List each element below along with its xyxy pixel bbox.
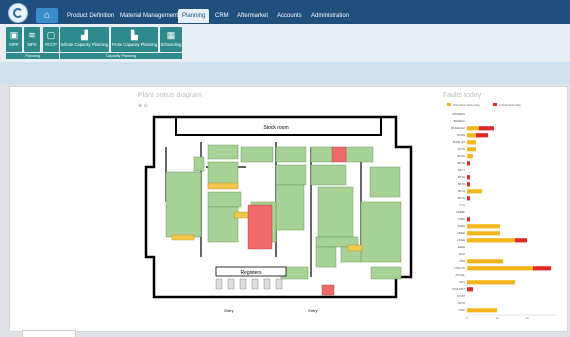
fault-row-label: DDEE	[458, 224, 466, 228]
entry-label-right: Entry	[308, 308, 317, 313]
fault-row-label: ABCDEFG	[452, 112, 465, 116]
menu-crm[interactable]: CRM	[215, 9, 229, 23]
intermittent-fault-bar[interactable]	[467, 308, 497, 313]
fault-row-label: DDEE	[458, 238, 466, 242]
mps-icon: ≋	[28, 30, 36, 40]
fault-row-label: BCDE HIJ	[453, 140, 466, 144]
critical-fault-bar[interactable]	[467, 161, 470, 166]
fault-row-label: BKYE	[458, 161, 465, 165]
x-tick-label: 10	[495, 316, 499, 320]
fault-row-label: YTGF	[458, 308, 466, 312]
fault-row-label: EGH	[459, 252, 465, 256]
scheduling-button[interactable]: ▦ Scheduling	[160, 27, 182, 52]
fault-row-label: CYC	[459, 203, 465, 207]
bar-chart-icon: ▟	[81, 30, 88, 40]
critical-fault-bar[interactable]	[533, 266, 551, 271]
rccp-button[interactable]: ▢ RCCP	[43, 27, 59, 52]
finite-capacity-planning-button[interactable]: ▙ Finite Capacity Planning	[111, 27, 158, 52]
home-icon: ⌂	[43, 10, 51, 21]
fault-row-label: SNTO	[458, 301, 465, 305]
intermittent-fault-bar[interactable]	[467, 266, 533, 271]
registers-label: Registers	[240, 270, 262, 276]
fault-row-label: BKGE	[458, 154, 466, 158]
intermittent-fault-bar[interactable]	[467, 154, 473, 159]
legend-intermittent: Intermittent faults today	[453, 103, 481, 107]
fault-row-label: PLMHOST	[452, 287, 465, 291]
stock-room-label: Stock room	[263, 125, 288, 131]
header-band	[0, 62, 570, 84]
fault-row-label: BCDEFGHI	[451, 126, 465, 130]
fault-row-label: CDEF	[458, 217, 466, 221]
fault-row-label: BCDEFG	[454, 119, 465, 123]
entry-label-left: Entry	[224, 308, 233, 313]
legend-swatch-intermittent	[447, 103, 451, 106]
fault-row-label: CDEEF	[456, 210, 465, 214]
x-tick-label: 0	[466, 316, 468, 320]
calendar-icon: ▦	[166, 30, 176, 40]
faults-chart-title: Faults today	[443, 92, 482, 99]
critical-fault-bar[interactable]	[467, 287, 473, 292]
faults-today-chart: Intermittent faults today Critical fault…	[447, 103, 557, 320]
fault-row-label: PITNAL	[456, 273, 466, 277]
fault-row-label: BYTE	[458, 147, 465, 151]
fault-row-label: ROST	[458, 294, 466, 298]
intermittent-fault-bar[interactable]	[467, 259, 503, 264]
intermittent-fault-bar[interactable]	[467, 238, 515, 243]
fault-row-label: BKYE	[458, 182, 465, 186]
legend-swatch-critical	[493, 103, 497, 106]
critical-fault-bar[interactable]	[479, 126, 494, 131]
intermittent-fault-bar[interactable]	[467, 147, 476, 152]
intermittent-fault-bar[interactable]	[467, 133, 476, 138]
fault-row-label: FNE	[460, 259, 466, 263]
critical-fault-bar[interactable]	[476, 133, 488, 138]
menu-planning[interactable]: Planning	[178, 9, 210, 23]
menu-material-management[interactable]: Material Management	[120, 9, 178, 23]
legend-critical: Critical faults today	[499, 103, 522, 107]
ribbon-toolbar: ▣ MRP ≋ MPS ▢ RCCP ▟ Infinite Capacity Plann…	[0, 24, 570, 63]
fault-row-label: PHT	[460, 280, 466, 284]
ribbon-group-planning: Planning	[6, 53, 59, 59]
intermittent-fault-bar[interactable]	[467, 280, 515, 285]
fault-row-label: EEEE	[458, 245, 465, 249]
fault-row-label: DDEE	[458, 231, 466, 235]
intermittent-fault-bar[interactable]	[467, 224, 500, 229]
critical-fault-bar[interactable]	[467, 182, 470, 187]
menu-accounts[interactable]: Accounts	[277, 9, 302, 23]
infinite-capacity-planning-button[interactable]: ▟ Infinite Capacity Planning	[60, 27, 109, 52]
rccp-icon: ▢	[46, 30, 56, 40]
critical-fault-bar[interactable]	[467, 217, 470, 222]
menu-administration[interactable]: Administration	[311, 9, 349, 23]
x-tick-label: 20	[525, 316, 529, 320]
fault-row-label: BKYE	[458, 196, 465, 200]
menu-aftermarket[interactable]: Aftermarket	[237, 9, 268, 23]
mps-button[interactable]: ≋ MPS	[24, 27, 40, 52]
mrp-button[interactable]: ▣ MRP	[6, 27, 22, 52]
plant-diagram-title: Plant status diagram	[138, 92, 202, 99]
ribbon-group-capacity-planning: Capacity Planning	[60, 53, 182, 59]
dashboard-panel: Plant status diagram ⊕ ⊙ Stock room Regi…	[9, 86, 568, 332]
fault-row-label: BKYT	[458, 168, 465, 172]
critical-fault-bar[interactable]	[467, 196, 470, 201]
bar-chart-icon: ▙	[131, 30, 138, 40]
fault-row-label: BKYE	[458, 189, 465, 193]
fault-row-label: BCDE	[458, 133, 466, 137]
plant-floor-plan: Stock room Registers Entry Entry	[144, 115, 413, 313]
fault-row-label: BKYE	[458, 175, 465, 179]
intermittent-fault-bar[interactable]	[467, 189, 482, 194]
critical-fault-bar[interactable]	[515, 238, 527, 243]
company-logo-icon	[8, 3, 28, 23]
top-navigation-bar: ⌂ Product Definition Material Management…	[0, 0, 570, 24]
fault-row-label: FNGLYN	[454, 266, 465, 270]
critical-fault-bar[interactable]	[467, 175, 470, 180]
menu-product-definition[interactable]: Product Definition	[67, 9, 114, 23]
intermittent-fault-bar[interactable]	[467, 140, 476, 145]
intermittent-fault-bar[interactable]	[467, 126, 479, 131]
intermittent-fault-bar[interactable]	[467, 231, 500, 236]
mrp-icon: ▣	[9, 30, 19, 40]
home-button[interactable]: ⌂	[36, 8, 58, 23]
